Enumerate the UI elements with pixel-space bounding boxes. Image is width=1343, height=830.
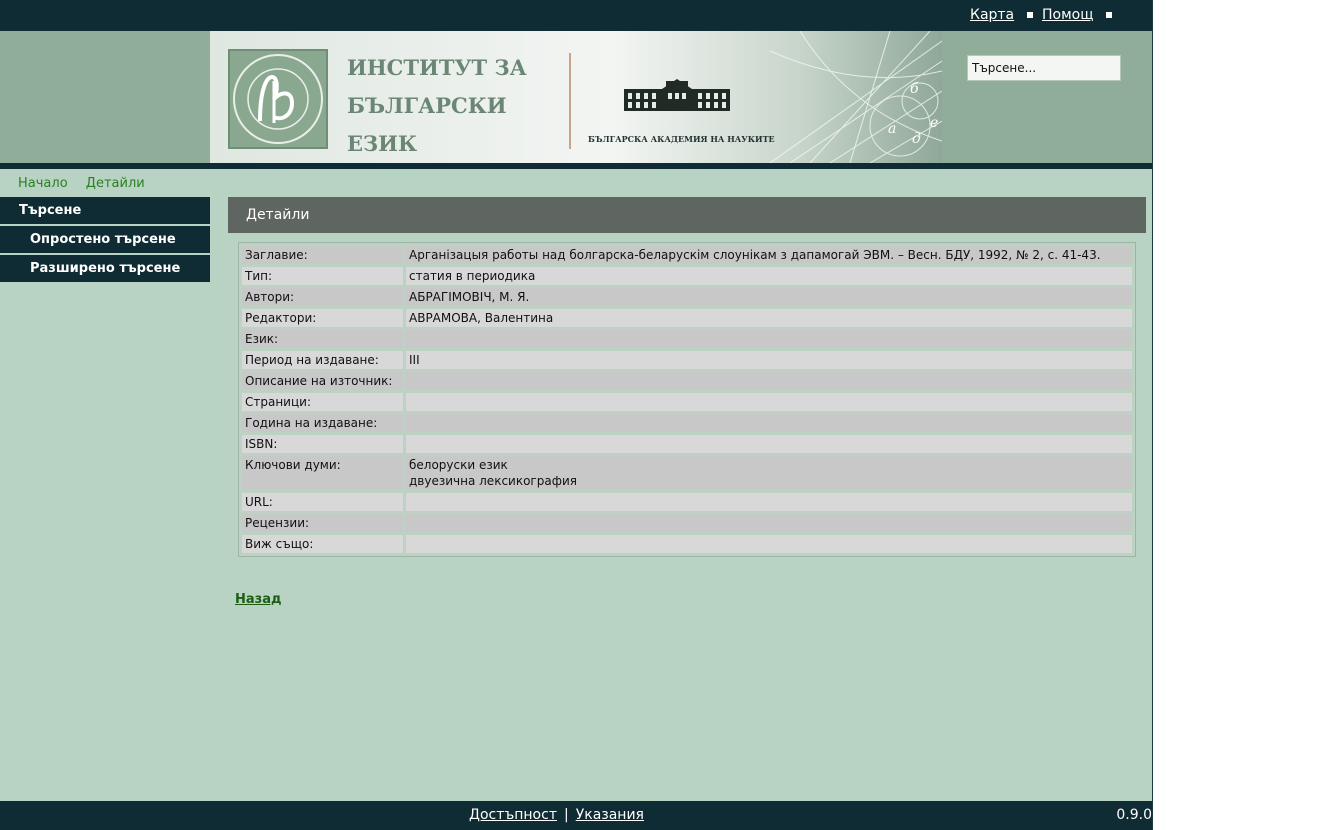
svg-text:б: б xyxy=(910,81,919,97)
detail-value xyxy=(406,372,1132,393)
academy-name: БЪЛГАРСКА АКАДЕМИЯ НА НАУКИТЕ xyxy=(588,134,775,144)
detail-value xyxy=(406,493,1132,514)
details-table: Заглавие: Арганізацыя работы над болгарск… xyxy=(238,242,1136,557)
detail-label: URL: xyxy=(242,493,406,514)
detail-row: Редактори: АВРАМОВА, Валентина xyxy=(242,309,1132,330)
title-line: ИНСТИТУТ ЗА xyxy=(347,55,527,80)
detail-row: Описание на източник: xyxy=(242,372,1132,393)
detail-value xyxy=(406,535,1132,553)
detail-label: Виж също: xyxy=(242,535,406,553)
detail-row: Автори: АБРАГІМОВІЧ, М. Я. xyxy=(242,288,1132,309)
institute-seal-logo xyxy=(228,49,328,149)
title-line: ЕЗИК xyxy=(347,131,418,156)
detail-row: Страници: xyxy=(242,393,1132,414)
detail-row: Период на издаване: III xyxy=(242,351,1132,372)
detail-value xyxy=(406,330,1132,351)
top-bar: Карта Помощ xyxy=(0,0,1152,31)
breadcrumb-current[interactable]: Детайли xyxy=(86,176,145,191)
guidelines-link[interactable]: Указания xyxy=(576,807,644,823)
sidebar-item-advanced-search[interactable]: Разширено търсене xyxy=(0,255,210,284)
institute-title: ИНСТИТУТ ЗА БЪЛГАРСКИ ЕЗИК xyxy=(347,49,527,163)
detail-value xyxy=(406,393,1132,414)
detail-value xyxy=(406,435,1132,456)
detail-label: Период на издаване: xyxy=(242,351,406,372)
title-line: БЪЛГАРСКИ xyxy=(347,93,507,118)
detail-value: АВРАМОВА, Валентина xyxy=(406,309,1132,330)
detail-row: Тип: статия в периодика xyxy=(242,267,1132,288)
footer-links: Достъпност | Указания xyxy=(469,807,644,823)
map-link[interactable]: Карта xyxy=(970,7,1014,23)
svg-text:а: а xyxy=(888,121,896,137)
help-link[interactable]: Помощ xyxy=(1042,7,1093,23)
detail-row: Година на издаване: xyxy=(242,414,1132,435)
decorative-rays-graphic: аде б xyxy=(770,31,942,163)
detail-label: Ключови думи: xyxy=(242,456,406,493)
detail-label: Автори: xyxy=(242,288,406,309)
footer-separator: | xyxy=(563,807,569,823)
breadcrumb-home[interactable]: Начало xyxy=(18,176,68,191)
institute-banner[interactable]: ИНСТИТУТ ЗА БЪЛГАРСКИ ЕЗИК БЪЛГАРСКА АКА… xyxy=(210,31,942,163)
accessibility-link[interactable]: Достъпност xyxy=(469,807,557,823)
svg-text:е: е xyxy=(930,115,938,131)
detail-value: статия в периодика xyxy=(406,267,1132,288)
detail-row: Ключови думи: белоруски език двуезична ле… xyxy=(242,456,1132,493)
detail-row: Заглавие: Арганізацыя работы над болгарск… xyxy=(242,246,1132,267)
detail-label: Език: xyxy=(242,330,406,351)
detail-row: ISBN: xyxy=(242,435,1132,456)
sidebar-item-simple-search[interactable]: Опростено търсене xyxy=(0,226,210,255)
detail-label: Година на издаване: xyxy=(242,414,406,435)
page: Карта Помощ ИНСТИТУТ ЗА БЪЛГАРСКИ ЕЗИК Б… xyxy=(0,0,1153,830)
detail-value: белоруски език двуезична лексикография xyxy=(406,456,1132,493)
svg-text:д: д xyxy=(912,131,921,147)
detail-row: URL: xyxy=(242,493,1132,514)
bullet-icon xyxy=(1106,12,1112,18)
detail-row: Рецензии: xyxy=(242,514,1132,535)
detail-label: Тип: xyxy=(242,267,406,288)
detail-label: Страници: xyxy=(242,393,406,414)
footer: Достъпност | Указания 0.9.0 xyxy=(0,801,1152,830)
detail-label: Заглавие: xyxy=(242,246,406,267)
detail-label: Рецензии: xyxy=(242,514,406,535)
page-title: Детайли xyxy=(228,197,1146,233)
sidebar-header-search[interactable]: Търсене xyxy=(0,197,210,226)
header-underline xyxy=(0,163,1152,169)
detail-value xyxy=(406,514,1132,535)
detail-value: АБРАГІМОВІЧ, М. Я. xyxy=(406,288,1132,309)
banner-divider xyxy=(569,53,571,149)
back-link[interactable]: Назад xyxy=(235,592,281,607)
detail-label: Описание на източник: xyxy=(242,372,406,393)
bullet-icon xyxy=(1027,12,1033,18)
search-input[interactable] xyxy=(967,55,1121,81)
detail-label: ISBN: xyxy=(242,435,406,456)
detail-value: III xyxy=(406,351,1132,372)
detail-row: Виж също: xyxy=(242,535,1132,553)
detail-value: Арганізацыя работы над болгарска-беларус… xyxy=(406,246,1132,267)
detail-value xyxy=(406,414,1132,435)
version-label: 0.9.0 xyxy=(1116,807,1152,823)
detail-label: Редактори: xyxy=(242,309,406,330)
academy-building-icon xyxy=(624,79,730,111)
detail-row: Език: xyxy=(242,330,1132,351)
sidebar: Търсене Опростено търсене Разширено търс… xyxy=(0,197,210,284)
breadcrumb: Начало Детайли xyxy=(18,176,159,191)
